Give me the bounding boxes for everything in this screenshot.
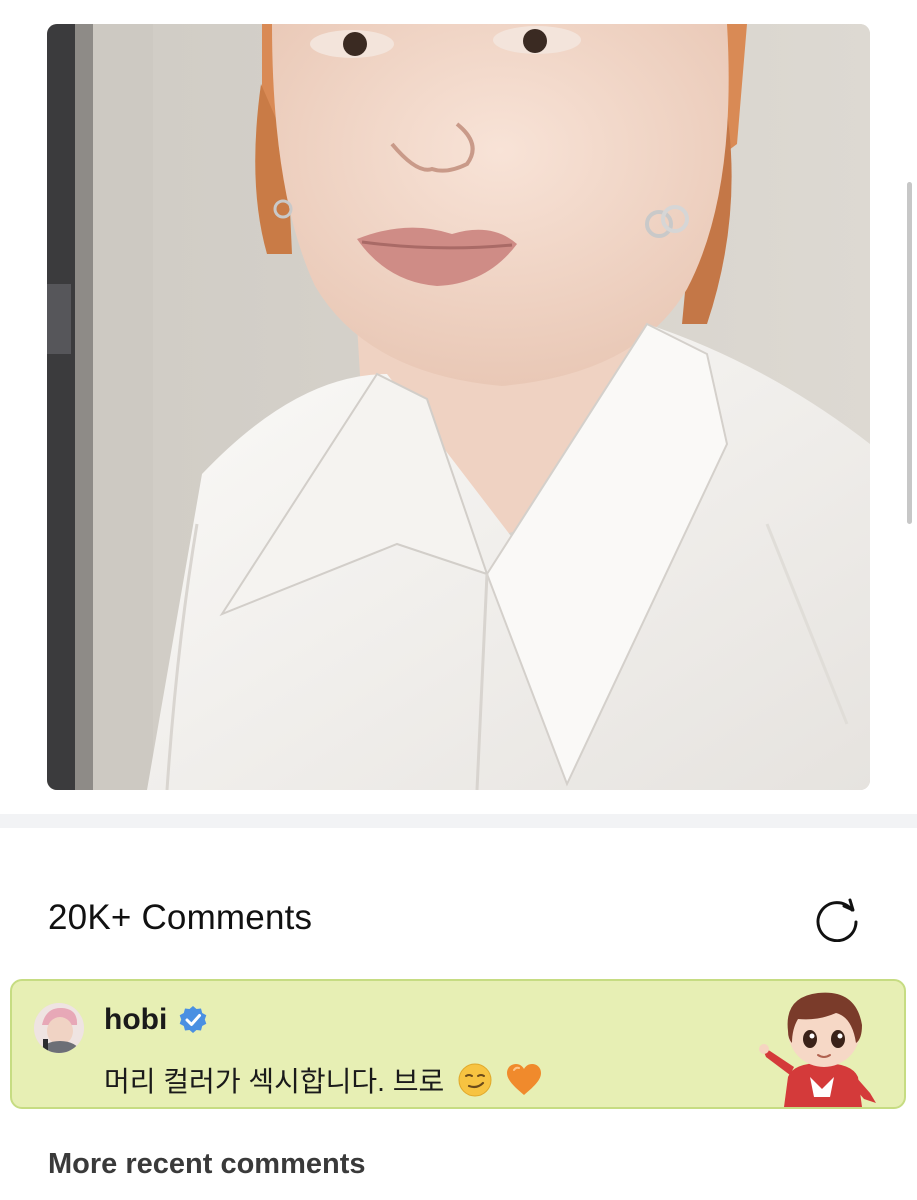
section-divider	[0, 814, 917, 828]
comment-text: 머리 컬러가 섹시합니다. 브로	[104, 1060, 542, 1104]
comment-body: 머리 컬러가 섹시합니다. 브로	[104, 1066, 445, 1097]
more-recent-comments-heading[interactable]: More recent comments	[48, 1148, 366, 1181]
character-sticker	[758, 985, 888, 1107]
pinned-comment[interactable]: hobi 머리 컬러가 섹시합니다. 브로	[10, 979, 906, 1109]
comment-author[interactable]: hobi	[104, 1003, 167, 1037]
refresh-icon[interactable]	[814, 896, 860, 943]
avatar[interactable]	[34, 1003, 84, 1053]
comments-count-title: 20K+ Comments	[48, 898, 313, 937]
scrollbar[interactable]	[907, 182, 912, 524]
smirk-emoji	[458, 1063, 492, 1104]
selfie-photo	[47, 24, 870, 790]
orange-heart-emoji	[506, 1063, 542, 1104]
verified-badge-icon	[178, 1005, 208, 1035]
post-photo[interactable]	[47, 24, 870, 790]
